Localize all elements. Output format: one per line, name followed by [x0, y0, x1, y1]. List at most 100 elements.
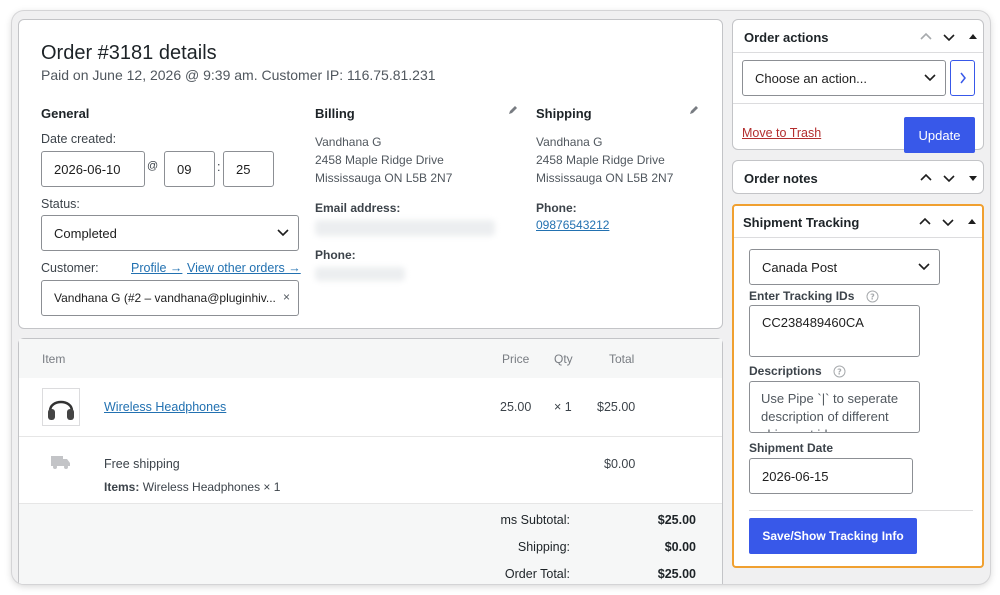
chevron-up-icon[interactable]: [918, 215, 932, 229]
carrier-value: Canada Post: [762, 259, 838, 275]
tracking-ids-value: CC238489460CA: [762, 315, 864, 330]
expand-triangle-icon[interactable]: [966, 171, 980, 185]
headphones-icon: [48, 400, 74, 420]
order-total-value: $25.00: [657, 567, 696, 581]
order-notes-heading: Order notes: [744, 171, 818, 186]
chevron-up-icon[interactable]: [919, 30, 933, 44]
update-button[interactable]: Update: [904, 117, 975, 153]
shipping-phone-label: Phone:: [536, 201, 577, 215]
chevron-down-icon: [277, 229, 289, 237]
order-subtitle: Paid on June 12, 2026 @ 9:39 am. Custome…: [41, 67, 436, 83]
order-notes-panel: Order notes: [732, 160, 984, 194]
billing-phone-redacted: [315, 267, 405, 281]
status-value: Completed: [54, 225, 117, 241]
customer-value: Vandhana G (#2 – vandhana@pluginhiv...: [54, 291, 276, 305]
descriptions-label: Descriptions ?: [749, 364, 846, 378]
edit-billing-pencil-icon[interactable]: [507, 104, 519, 116]
panel-divider: [733, 52, 983, 53]
status-label: Status:: [41, 197, 80, 211]
svg-text:?: ?: [870, 293, 875, 302]
date-created-input[interactable]: 2026-06-10: [41, 151, 145, 187]
shipment-date-label: Shipment Date: [749, 441, 834, 455]
help-icon[interactable]: ?: [866, 290, 879, 303]
date-created-value: 2026-06-10: [54, 161, 121, 177]
panel-divider: [734, 237, 982, 238]
date-created-label: Date created:: [41, 132, 117, 146]
billing-street: 2458 Maple Ridge Drive: [315, 153, 444, 167]
general-heading: General: [41, 106, 90, 121]
customer-label: Customer:: [41, 261, 99, 275]
apply-action-button[interactable]: [950, 60, 975, 96]
product-link[interactable]: Wireless Headphones: [104, 400, 226, 414]
move-to-trash-link[interactable]: Move to Trash: [742, 126, 821, 140]
order-total-label: Order Total:: [504, 567, 570, 581]
edit-shipping-pencil-icon[interactable]: [688, 104, 700, 116]
col-price: Price: [502, 352, 530, 366]
product-thumbnail: [42, 388, 80, 426]
shipping-method-name: Free shipping: [104, 457, 180, 471]
shipment-date-value: 2026-06-15: [762, 468, 829, 484]
tracking-ids-textarea[interactable]: CC238489460CA: [749, 305, 920, 357]
col-total: Total: [609, 352, 635, 366]
shipping-total-label: Shipping:: [517, 540, 570, 554]
hour-value: 09: [177, 161, 192, 177]
order-actions-heading: Order actions: [744, 30, 829, 45]
status-select[interactable]: Completed: [41, 215, 299, 251]
product-price: 25.00: [500, 400, 532, 414]
view-other-orders-link[interactable]: View other orders →: [187, 261, 301, 275]
chevron-up-icon[interactable]: [919, 171, 933, 185]
shipping-heading: Shipping: [536, 106, 592, 121]
order-action-select[interactable]: Choose an action...: [742, 60, 946, 96]
chevron-down-icon: [924, 74, 936, 82]
billing-heading: Billing: [315, 106, 355, 121]
customer-select[interactable]: Vandhana G (#2 – vandhana@pluginhiv... ×: [41, 280, 299, 316]
save-show-tracking-button[interactable]: Save/Show Tracking Info: [749, 518, 917, 554]
minute-value: 25: [236, 161, 251, 177]
shipping-city: Mississauga ON L5B 2N7: [536, 171, 674, 185]
chevron-down-icon[interactable]: [942, 171, 956, 185]
page-title: Order #3181 details: [41, 42, 217, 64]
collapse-triangle-icon[interactable]: [966, 30, 980, 44]
billing-phone-label: Phone:: [315, 248, 356, 262]
hour-input[interactable]: 09: [164, 151, 215, 187]
descriptions-placeholder: Use Pipe `|` to seperate description of …: [761, 391, 899, 432]
billing-email-redacted: [315, 220, 495, 236]
shipment-date-input[interactable]: 2026-06-15: [749, 458, 913, 494]
shipping-total-value: $0.00: [664, 540, 696, 554]
shipping-items-label: Items:: [104, 480, 140, 494]
order-items-panel: Item Price Qty Total Wireless Headphones…: [18, 338, 723, 584]
chevron-right-icon: [959, 72, 966, 84]
clear-icon[interactable]: ×: [283, 290, 290, 304]
billing-email-label: Email address:: [315, 201, 401, 215]
tracking-ids-label: Enter Tracking IDs ?: [749, 289, 879, 303]
order-actions-panel: Order actions Choose an action... Move t…: [732, 19, 984, 153]
shipping-total: $0.00: [604, 457, 636, 471]
shipment-tracking-heading: Shipment Tracking: [743, 215, 860, 230]
order-details-panel: Order #3181 details Paid on June 12, 202…: [18, 19, 723, 329]
shipping-street: 2458 Maple Ridge Drive: [536, 153, 665, 167]
product-total: $25.00: [597, 400, 636, 414]
subtotal-label: ms Subtotal:: [500, 513, 570, 527]
chevron-down-icon: [918, 263, 930, 271]
col-item: Item: [42, 352, 66, 366]
at-separator: @: [147, 160, 159, 172]
shipping-name: Vandhana G: [536, 135, 603, 149]
shipping-phone-link[interactable]: 09876543212: [536, 218, 609, 232]
time-separator: :: [217, 160, 221, 174]
descriptions-textarea[interactable]: Use Pipe `|` to seperate description of …: [749, 381, 920, 433]
tracking-ids-label-text: Enter Tracking IDs: [749, 289, 855, 303]
totals-area: [19, 503, 722, 584]
truck-icon: [51, 456, 70, 469]
chevron-down-icon[interactable]: [942, 30, 956, 44]
shipping-items-value: Wireless Headphones × 1: [142, 480, 281, 494]
svg-text:?: ?: [837, 368, 842, 377]
shipment-tracking-panel: Shipment Tracking Canada Post Enter Trac…: [732, 204, 984, 568]
carrier-select[interactable]: Canada Post: [749, 249, 940, 285]
minute-input[interactable]: 25: [223, 151, 274, 187]
profile-link[interactable]: Profile →: [131, 261, 182, 275]
chevron-down-icon[interactable]: [941, 215, 955, 229]
collapse-triangle-icon[interactable]: [965, 215, 979, 229]
descriptions-label-text: Descriptions: [749, 364, 822, 378]
shipping-address: Vandhana G 2458 Maple Ridge Drive Missis…: [536, 133, 673, 187]
help-icon[interactable]: ?: [833, 365, 846, 378]
